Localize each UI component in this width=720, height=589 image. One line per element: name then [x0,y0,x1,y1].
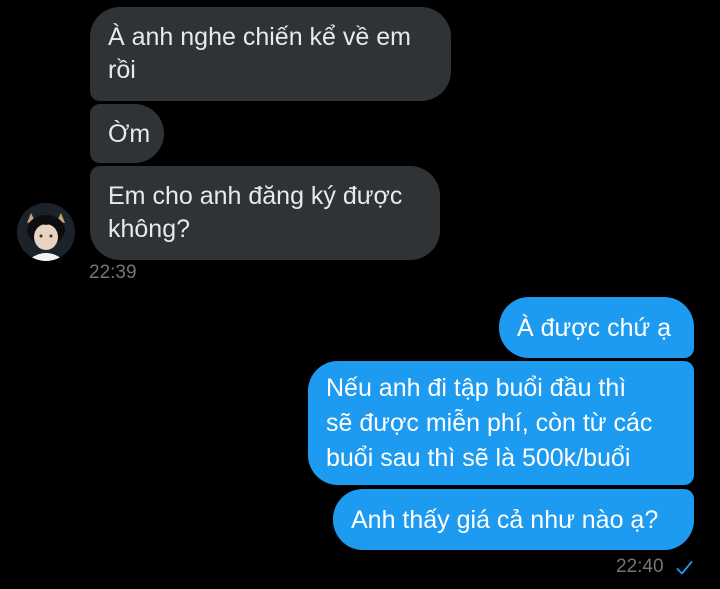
timestamp-outgoing: 22:40 [616,556,664,577]
checkmark-icon [676,561,693,575]
message-bubble-outgoing[interactable]: Nếu anh đi tập buổi đầu thì sẽ được miễn… [308,361,694,485]
message-text: Em cho anh đăng ký được không? [108,182,403,243]
message-bubble-incoming[interactable]: À anh nghe chiến kể về em rồi [90,7,451,101]
avatar[interactable] [17,203,75,261]
avatar-icon [17,203,75,261]
message-bubble-outgoing[interactable]: À được chứ ạ [499,297,694,358]
message-text: À anh nghe chiến kể về em rồi [108,23,411,84]
message-text: Nếu anh đi tập buổi đầu thì sẽ được miễn… [326,373,653,472]
message-text: Anh thấy giá cả như nào ạ? [351,505,659,534]
message-text: Ờm [108,119,151,148]
message-bubble-incoming[interactable]: Em cho anh đăng ký được không? [90,166,440,260]
message-bubble-outgoing[interactable]: Anh thấy giá cả như nào ạ? [333,489,694,550]
message-text: À được chứ ạ [517,313,672,342]
message-bubble-incoming[interactable]: Ờm [90,104,164,163]
timestamp-incoming: 22:39 [89,262,137,283]
